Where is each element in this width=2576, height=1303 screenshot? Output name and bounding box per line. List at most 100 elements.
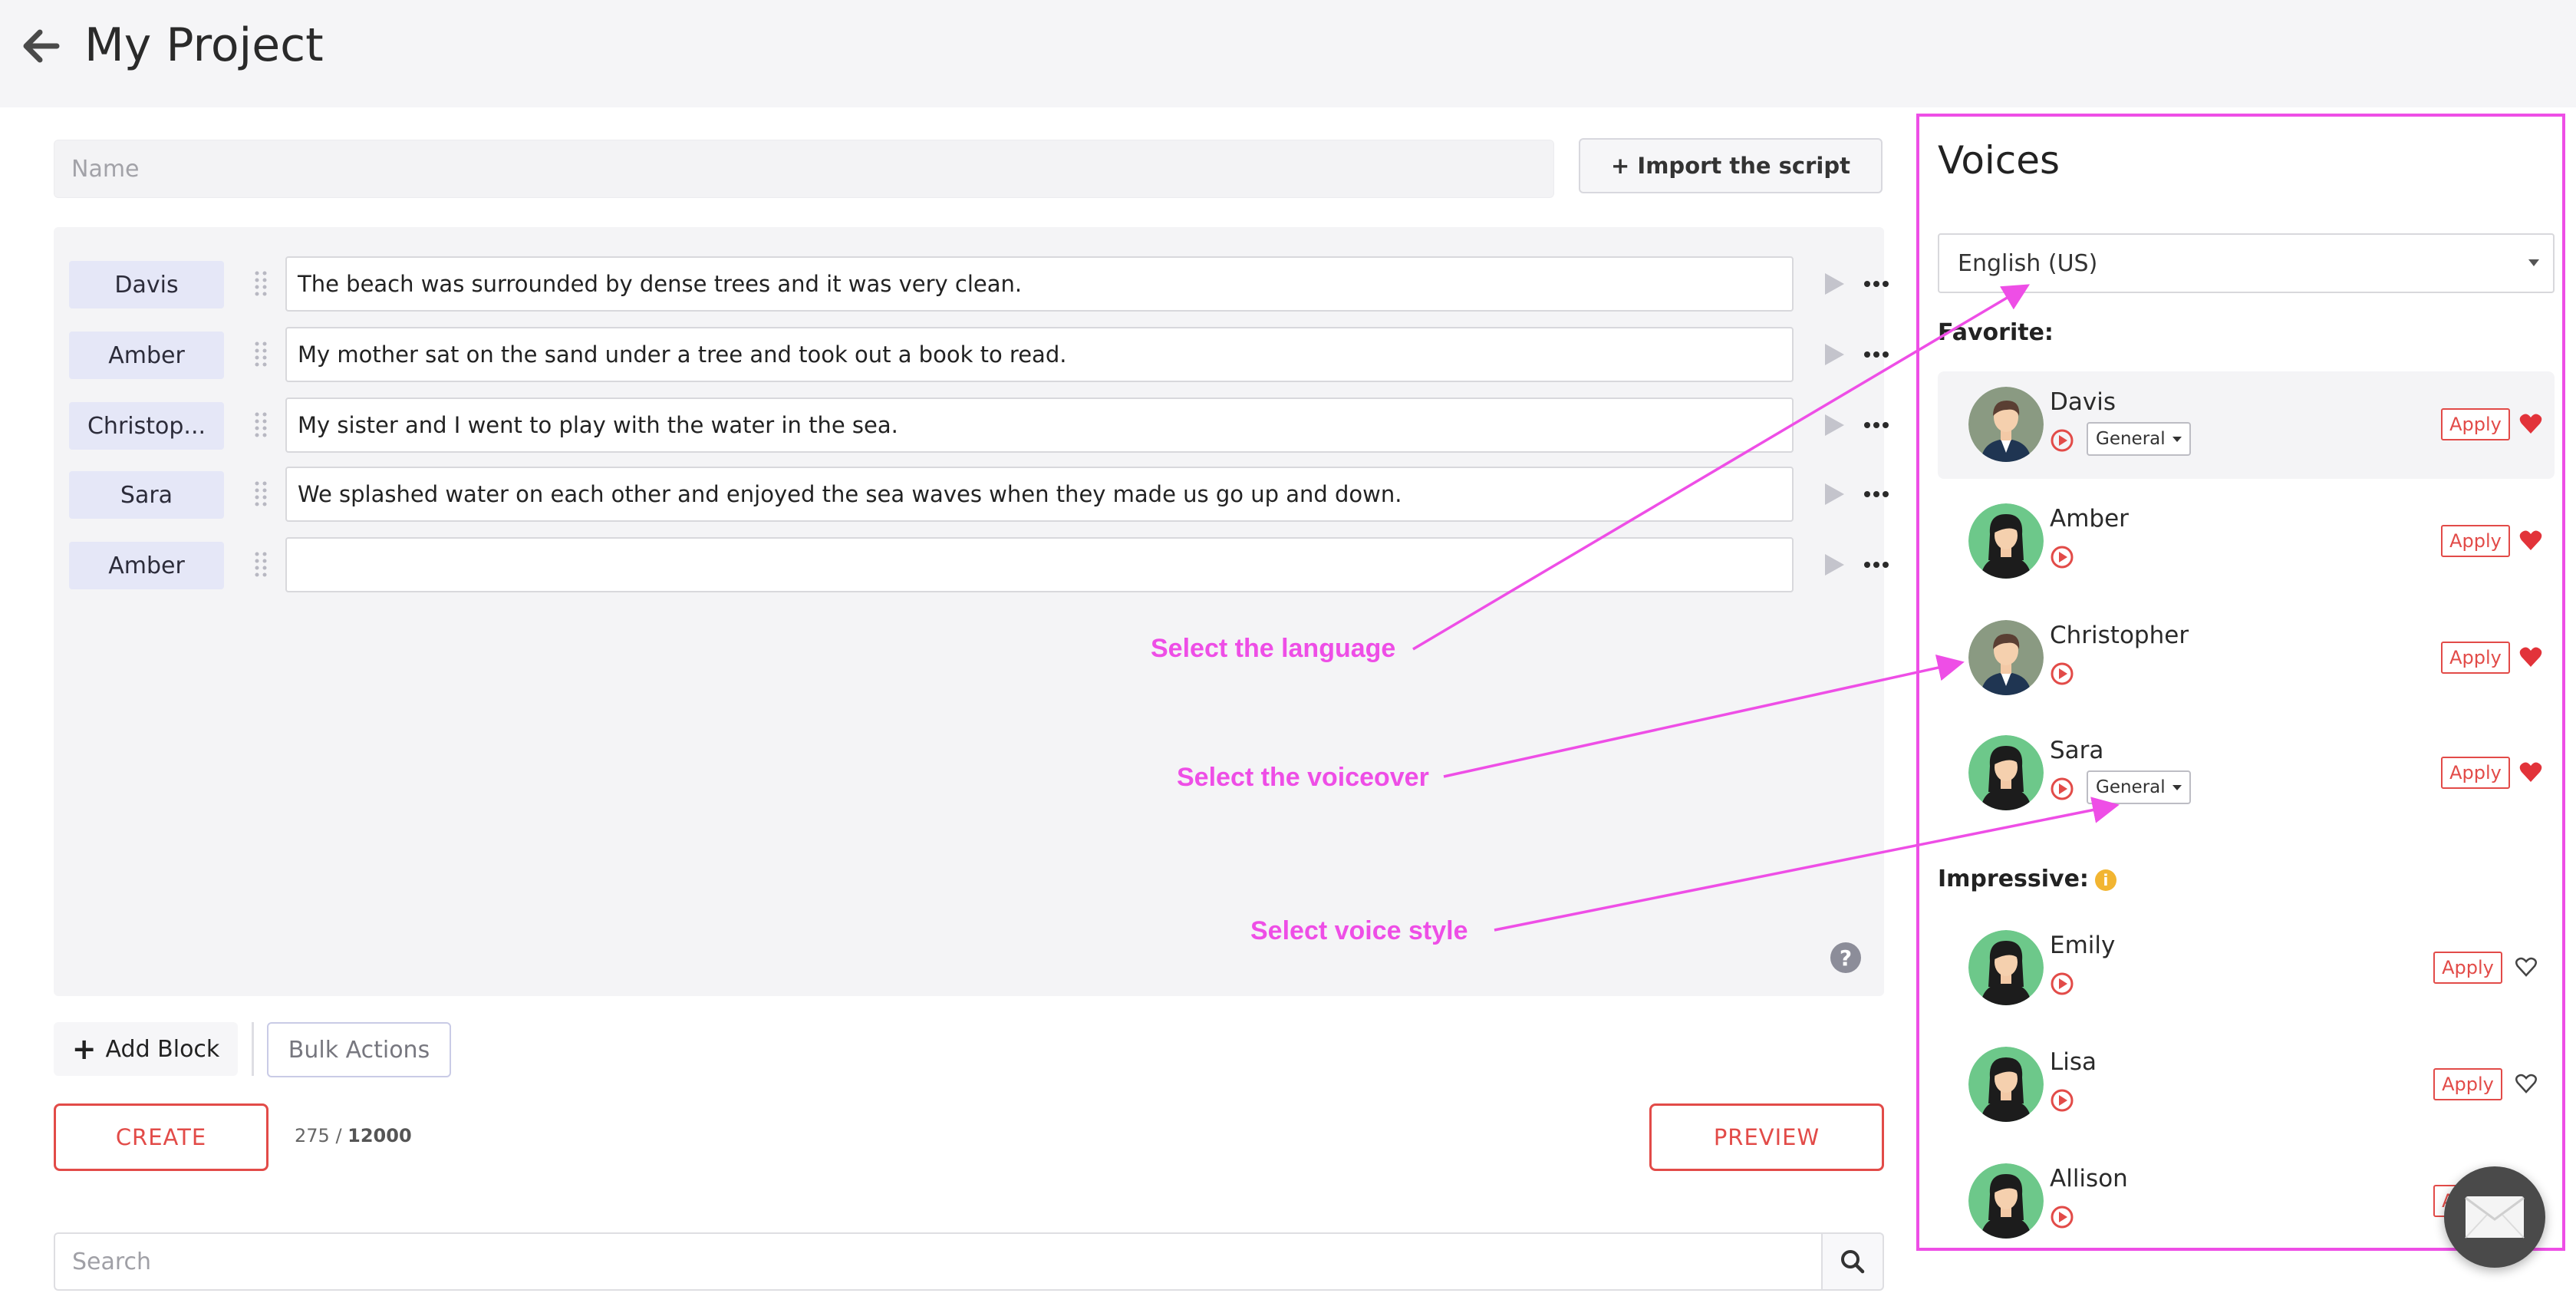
voice-style-value: General	[2096, 429, 2166, 449]
play-circle-icon[interactable]	[2050, 971, 2074, 996]
divider	[252, 1022, 254, 1076]
voice-name: Sara	[2050, 737, 2104, 764]
heart-outline-icon[interactable]	[2515, 956, 2538, 978]
chevron-down-icon	[2172, 437, 2182, 442]
voice-card-emily[interactable]: Emily Apply	[1938, 915, 2555, 1022]
speaker-tag[interactable]: Sara	[69, 471, 224, 519]
voice-style-select[interactable]: General	[2087, 770, 2191, 804]
heart-filled-icon[interactable]	[2519, 646, 2542, 668]
voice-name: Christopher	[2050, 622, 2189, 649]
female-avatar	[1968, 1047, 2044, 1122]
chevron-down-icon	[2528, 259, 2539, 266]
speaker-tag[interactable]: Amber	[69, 542, 224, 589]
add-block-label: Add Block	[105, 1035, 220, 1063]
create-button[interactable]: CREATE	[54, 1103, 268, 1171]
speaker-tag[interactable]: Christop...	[69, 402, 224, 450]
voice-name: Emily	[2050, 932, 2116, 959]
more-options-icon[interactable]	[1861, 341, 1892, 368]
play-icon[interactable]	[1823, 342, 1846, 367]
language-select[interactable]: English (US)	[1938, 233, 2555, 293]
play-circle-icon[interactable]	[2050, 428, 2074, 453]
voice-name: Amber	[2050, 505, 2129, 533]
bulk-actions-button[interactable]: Bulk Actions	[267, 1022, 451, 1077]
impressive-label-text: Impressive:	[1938, 866, 2089, 892]
heart-filled-icon[interactable]	[2519, 413, 2542, 434]
male-avatar	[1968, 620, 2044, 695]
chevron-down-icon	[2172, 785, 2182, 790]
drag-handle-icon[interactable]	[253, 411, 268, 439]
char-count-max: 12000	[348, 1125, 412, 1146]
annotation-voiceover: Select the voiceover	[1177, 763, 1429, 792]
search-button[interactable]	[1821, 1232, 1884, 1291]
female-avatar	[1968, 503, 2044, 579]
search-input[interactable]	[54, 1232, 1821, 1291]
play-circle-icon[interactable]	[2050, 1205, 2074, 1229]
more-options-icon[interactable]	[1861, 480, 1892, 508]
more-options-icon[interactable]	[1861, 270, 1892, 298]
speaker-tag[interactable]: Amber	[69, 332, 224, 379]
script-block: Christop... My sister and I went to play…	[69, 397, 1889, 453]
heart-filled-icon[interactable]	[2519, 761, 2542, 783]
char-count-used: 275	[295, 1125, 330, 1146]
female-avatar	[1968, 1163, 2044, 1239]
envelope-icon	[2465, 1196, 2525, 1239]
script-line-input[interactable]: The beach was surrounded by dense trees …	[285, 256, 1794, 312]
voice-style-select[interactable]: General	[2087, 422, 2191, 456]
voice-card-amber[interactable]: Amber Apply	[1938, 488, 2555, 595]
voice-card-christopher[interactable]: Christopher Apply	[1938, 605, 2555, 712]
apply-button[interactable]: Apply	[2433, 1068, 2502, 1100]
drag-handle-icon[interactable]	[253, 341, 268, 368]
apply-button[interactable]: Apply	[2441, 408, 2510, 440]
preview-button[interactable]: PREVIEW	[1649, 1103, 1884, 1171]
play-icon[interactable]	[1823, 482, 1846, 506]
info-icon[interactable]: i	[2094, 869, 2116, 891]
apply-button[interactable]: Apply	[2433, 952, 2502, 984]
play-icon[interactable]	[1823, 272, 1846, 296]
drag-handle-icon[interactable]	[253, 270, 268, 298]
play-circle-icon[interactable]	[2050, 777, 2074, 801]
voice-name: Lisa	[2050, 1048, 2097, 1076]
more-options-icon[interactable]	[1861, 411, 1892, 439]
import-script-button[interactable]: + Import the script	[1579, 138, 1883, 193]
script-line-input[interactable]	[285, 537, 1794, 592]
script-block: Davis The beach was surrounded by dense …	[69, 256, 1889, 312]
character-count: 275 / 12000	[295, 1125, 412, 1146]
apply-button[interactable]: Apply	[2441, 525, 2510, 557]
annotation-style: Select voice style	[1250, 916, 1468, 945]
voices-panel: Voices English (US) Favorite: Davis Gene…	[1916, 114, 2565, 1251]
project-name-input[interactable]	[54, 140, 1554, 198]
help-icon[interactable]: ?	[1830, 942, 1861, 973]
play-circle-icon[interactable]	[2050, 661, 2074, 686]
apply-button[interactable]: Apply	[2441, 642, 2510, 674]
male-avatar	[1968, 387, 2044, 462]
add-block-button[interactable]: + Add Block	[54, 1022, 238, 1076]
voice-card-davis[interactable]: Davis General Apply	[1938, 371, 2555, 479]
voice-card-lisa[interactable]: Lisa Apply	[1938, 1031, 2555, 1139]
voice-style-value: General	[2096, 777, 2166, 797]
speaker-tag[interactable]: Davis	[69, 261, 224, 308]
play-icon[interactable]	[1823, 553, 1846, 577]
back-arrow-icon[interactable]	[17, 21, 66, 71]
voice-name: Allison	[2050, 1165, 2128, 1192]
script-line-input[interactable]: My mother sat on the sand under a tree a…	[285, 327, 1794, 382]
plus-icon: +	[71, 1032, 97, 1066]
apply-button[interactable]: Apply	[2441, 757, 2510, 789]
play-icon[interactable]	[1823, 413, 1846, 437]
drag-handle-icon[interactable]	[253, 480, 268, 508]
script-block: Amber My mother sat on the sand under a …	[69, 327, 1889, 382]
script-block: Amber	[69, 537, 1889, 592]
search-icon	[1841, 1250, 1865, 1274]
heart-filled-icon[interactable]	[2519, 529, 2542, 551]
voice-card-sara[interactable]: Sara General Apply	[1938, 720, 2555, 827]
script-line-input[interactable]: My sister and I went to play with the wa…	[285, 397, 1794, 453]
play-circle-icon[interactable]	[2050, 1088, 2074, 1113]
impressive-section-label: Impressive: i	[1938, 866, 2116, 892]
play-circle-icon[interactable]	[2050, 545, 2074, 569]
more-options-icon[interactable]	[1861, 551, 1892, 579]
script-line-input[interactable]: We splashed water on each other and enjo…	[285, 467, 1794, 522]
script-block: Sara We splashed water on each other and…	[69, 467, 1889, 522]
drag-handle-icon[interactable]	[253, 551, 268, 579]
annotation-language: Select the language	[1151, 634, 1396, 663]
contact-mail-button[interactable]	[2444, 1166, 2545, 1268]
heart-outline-icon[interactable]	[2515, 1073, 2538, 1094]
